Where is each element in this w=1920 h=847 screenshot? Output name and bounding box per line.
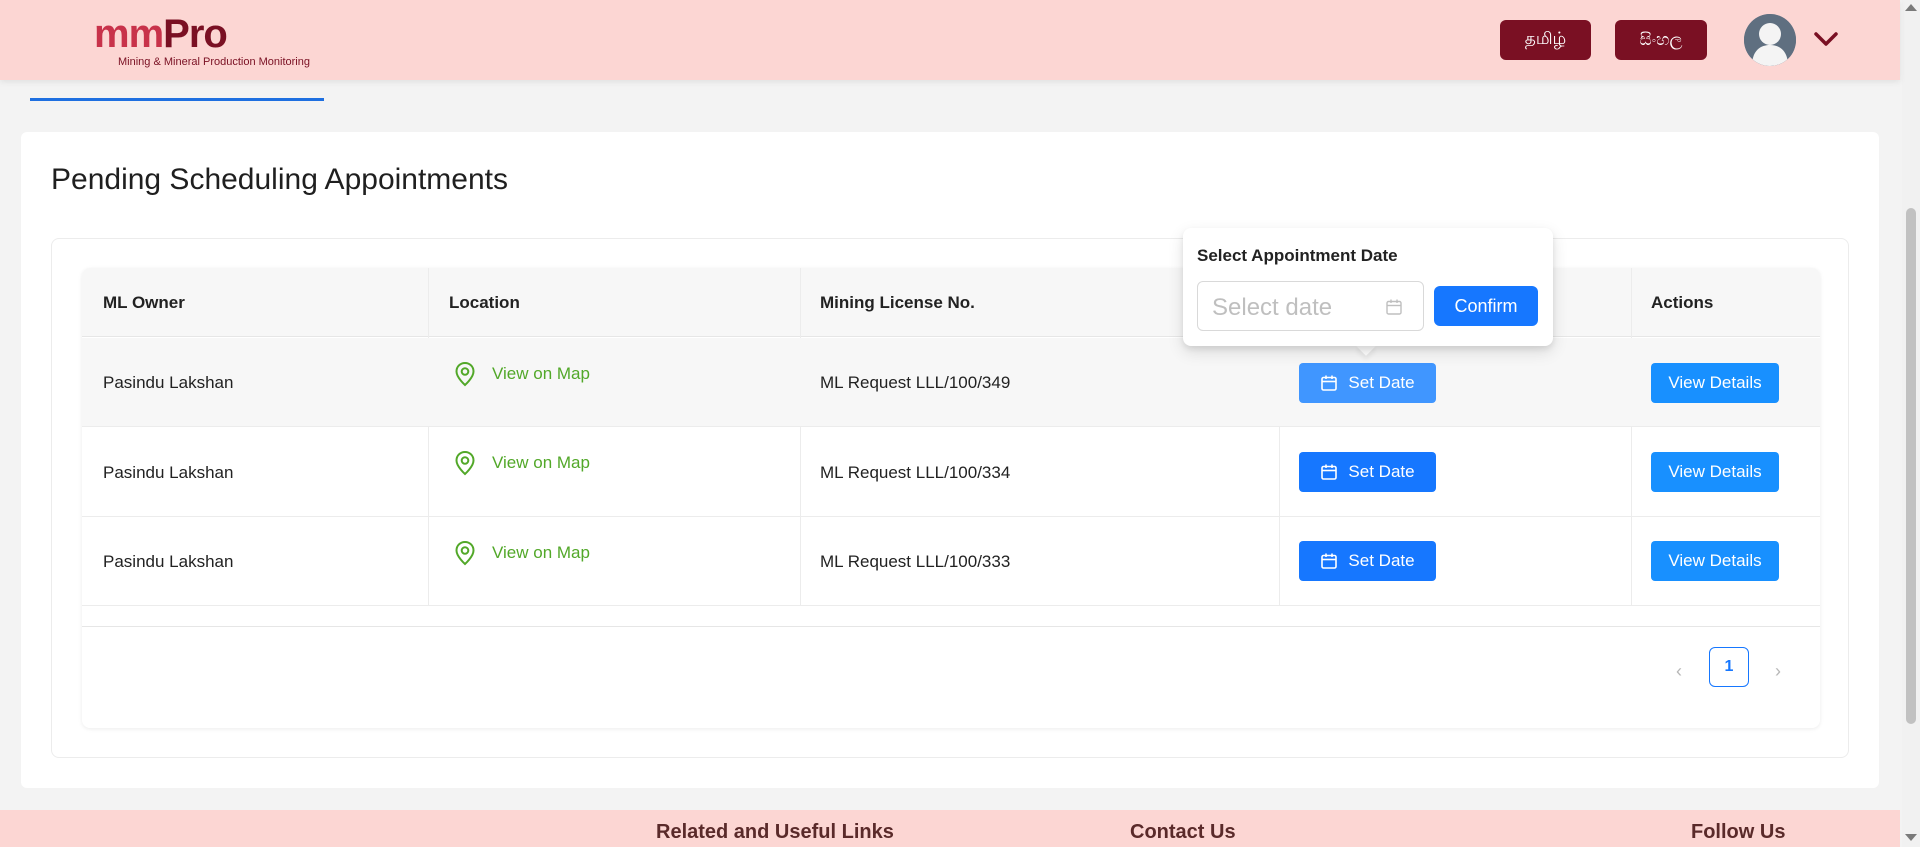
map-pin-icon [455,450,475,476]
ml-owner-cell: Pasindu Lakshan [103,462,234,482]
calendar-icon [1321,553,1338,569]
footer-links-heading: Related and Useful Links [656,821,894,843]
date-placeholder: Select date [1212,294,1333,321]
view-details-button[interactable]: View Details [1651,363,1779,403]
view-details-button[interactable]: View Details [1651,541,1779,581]
calendar-icon [1321,375,1338,391]
license-cell: ML Request LLL/100/333 [820,551,1011,571]
confirm-button[interactable]: Confirm [1434,286,1538,326]
tamil-language-button[interactable]: தமிழ் [1500,20,1591,60]
date-picker-input[interactable]: Select date [1197,281,1424,331]
user-avatar-icon[interactable] [1744,14,1796,66]
chevron-down-icon[interactable] [1812,28,1840,50]
scroll-up-arrow-icon[interactable] [1905,4,1917,11]
ml-owner-cell: Pasindu Lakshan [103,372,234,392]
view-details-button[interactable]: View Details [1651,452,1779,492]
pagination-page-1[interactable]: 1 [1709,647,1749,687]
top-header: mmPro Mining & Mineral Production Monito… [0,0,1900,80]
footer [0,810,1900,847]
set-date-button[interactable]: Set Date [1299,363,1436,403]
view-on-map-label: View on Map [492,543,590,562]
footer-contact-heading: Contact Us [1130,821,1236,843]
active-tab-indicator [30,98,324,101]
logo-subtitle: Mining & Mineral Production Monitoring [118,56,310,68]
ml-owner-cell: Pasindu Lakshan [103,551,234,571]
view-on-map-link[interactable]: View on Map [453,359,590,389]
view-on-map-link[interactable]: View on Map [453,538,590,568]
popover-title: Select Appointment Date [1197,246,1398,265]
pagination-next-button[interactable]: › [1763,656,1793,686]
set-date-button[interactable]: Set Date [1299,452,1436,492]
footer-follow-heading: Follow Us [1691,821,1786,843]
view-on-map-label: View on Map [492,364,590,383]
view-on-map-link[interactable]: View on Map [453,448,590,478]
set-date-label: Set Date [1348,373,1415,392]
pagination-prev-button[interactable]: ‹ [1664,656,1694,686]
sinhala-language-button[interactable]: සිංහල [1615,20,1707,60]
column-header-ml-owner: ML Owner [103,292,185,312]
column-header-license: Mining License No. [820,292,975,312]
page-title: Pending Scheduling Appointments [51,163,509,196]
logo-text: mmPro [94,12,228,56]
calendar-icon [1386,299,1402,315]
map-pin-icon [455,361,475,387]
set-date-button[interactable]: Set Date [1299,541,1436,581]
license-cell: ML Request LLL/100/349 [820,372,1011,392]
set-date-label: Set Date [1348,462,1415,481]
pagination-divider [82,626,1820,627]
column-header-actions: Actions [1651,292,1714,312]
calendar-icon [1321,464,1338,480]
column-header-location: Location [449,292,520,312]
scrollbar-thumb[interactable] [1906,208,1916,724]
set-date-label: Set Date [1348,551,1415,570]
mmpro-logo[interactable]: mmPro Mining & Mineral Production Monito… [94,12,310,68]
view-on-map-label: View on Map [492,453,590,472]
map-pin-icon [455,540,475,566]
license-cell: ML Request LLL/100/334 [820,462,1011,482]
scroll-down-arrow-icon[interactable] [1905,834,1917,841]
